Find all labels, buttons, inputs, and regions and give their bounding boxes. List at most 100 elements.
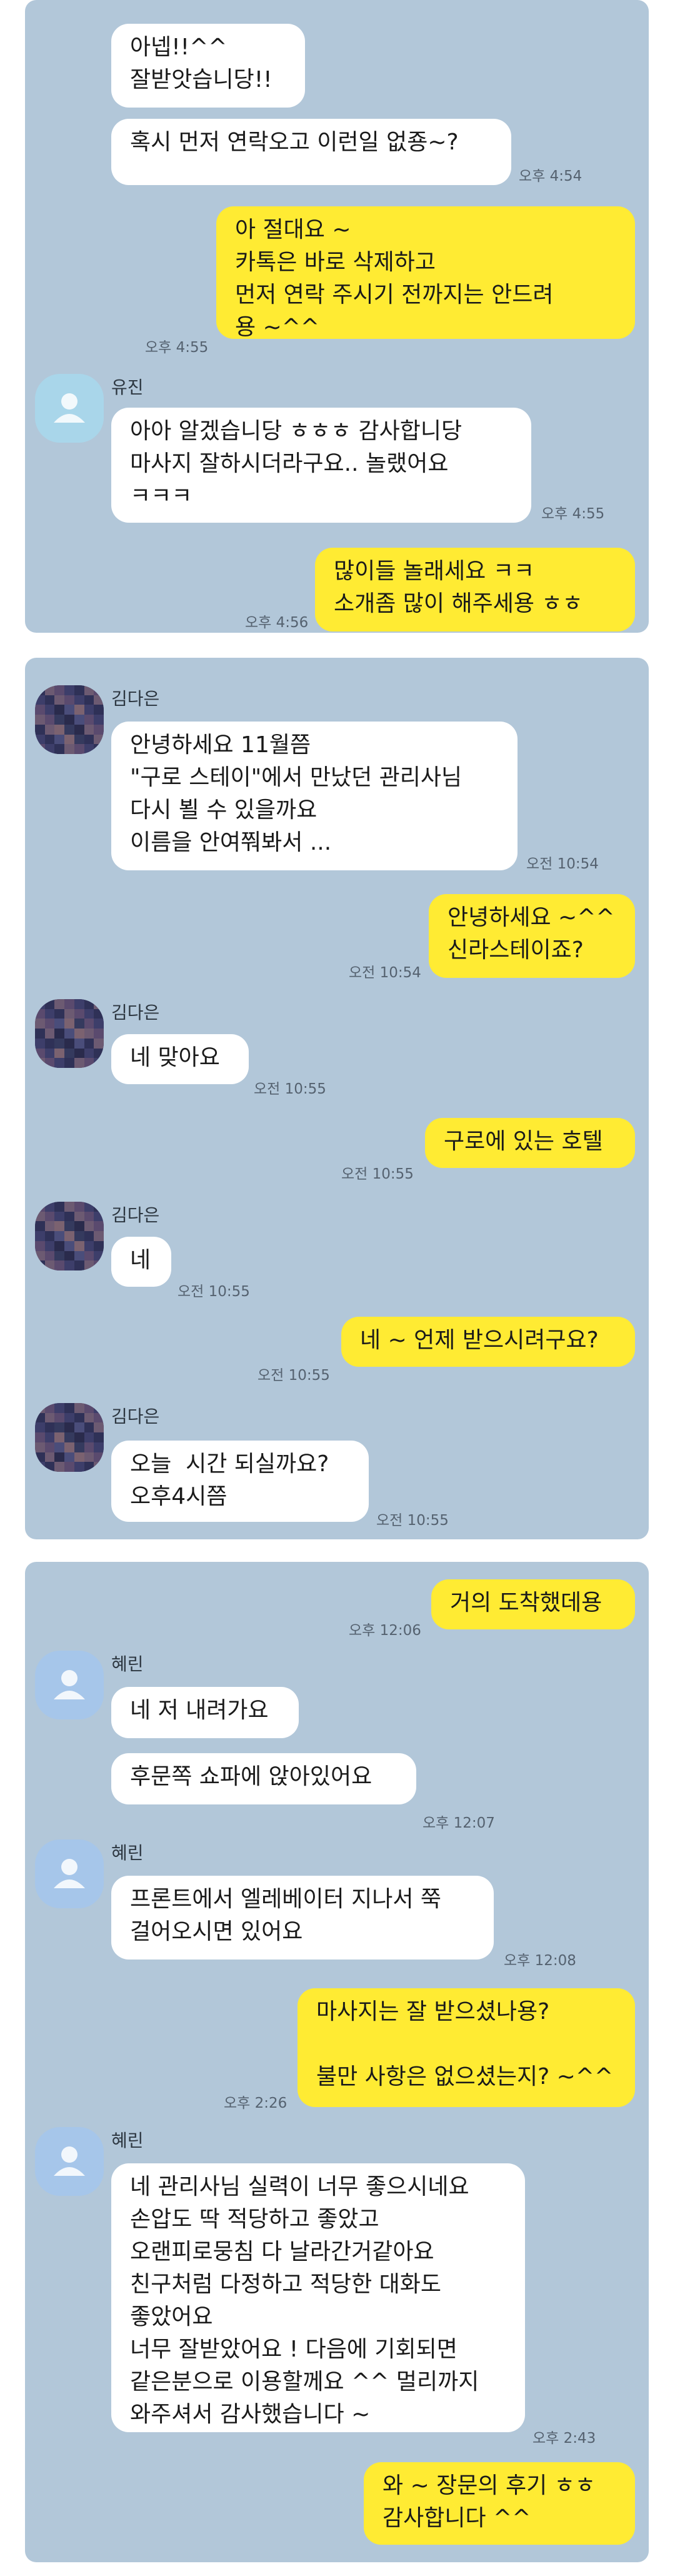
avatar-mosaic-tile <box>64 1019 75 1029</box>
avatar-mosaic-tile <box>64 695 75 705</box>
message-time: 오후 2:26 <box>224 2095 288 2111</box>
message-bubble[interactable]: 혹시 먼저 연락오고 이런일 없죵~? <box>111 119 511 185</box>
avatar-mosaic-tile <box>94 1211 104 1222</box>
avatar-mosaic-tile <box>54 744 65 754</box>
message-bubble[interactable]: 네 관리사님 실력이 너무 좋으시네요 손압도 딱 적당하고 좋았고 오랜피로뭉… <box>111 2163 525 2432</box>
avatar-mosaic-tile <box>94 1442 104 1452</box>
avatar-mosaic-tile <box>35 1029 45 1039</box>
avatar-mosaic-tile <box>84 1048 94 1059</box>
avatar-mosaic-tile <box>35 744 45 754</box>
message-time: 오전 10:54 <box>349 965 421 981</box>
avatar[interactable] <box>35 1403 104 1472</box>
chat-screenshot-1: 아넵!!^^ 잘받앗습니당!! 혹시 먼저 연락오고 이런일 없죵~? 오후 4… <box>25 0 649 633</box>
avatar-mosaic-tile <box>35 1260 45 1270</box>
avatar-mosaic-tile <box>74 744 84 754</box>
message-bubble[interactable]: 네 저 내려가요 <box>111 1687 299 1738</box>
avatar[interactable] <box>35 999 104 1068</box>
message-time: 오전 10:54 <box>526 856 599 872</box>
message-bubble[interactable]: 많이들 놀래세요 ㅋㅋ 소개좀 많이 해주세용 ㅎㅎ <box>315 548 635 631</box>
avatar-mosaic-tile <box>84 1403 94 1413</box>
message-bubble[interactable]: 아넵!!^^ 잘받앗습니당!! <box>111 24 305 108</box>
avatar[interactable] <box>35 374 104 443</box>
avatar-mosaic-tile <box>64 1462 75 1472</box>
avatar-mosaic-tile <box>54 1211 65 1222</box>
avatar[interactable] <box>35 685 104 754</box>
avatar-mosaic-tile <box>84 1211 94 1222</box>
avatar-mosaic-tile <box>94 715 104 725</box>
message-bubble[interactable]: 후문쪽 쇼파에 앉아있어요 <box>111 1753 416 1804</box>
avatar-mosaic-tile <box>44 1221 55 1232</box>
sender-name: 김다은 <box>111 688 160 709</box>
avatar-mosaic-tile <box>44 715 55 725</box>
avatar[interactable] <box>35 1651 104 1719</box>
avatar-mosaic-tile <box>94 1221 104 1232</box>
message-bubble[interactable]: 와 ~ 장문의 후기 ㅎㅎ 감사합니다 ^^ <box>364 2462 635 2545</box>
avatar-mosaic-tile <box>84 1038 94 1049</box>
message-time: 오후 12:06 <box>349 1623 421 1639</box>
avatar-mosaic-tile <box>84 1260 94 1270</box>
avatar-mosaic-tile <box>54 1231 65 1242</box>
person-silhouette-icon <box>54 1859 85 1888</box>
avatar-mosaic-tile <box>74 1009 84 1019</box>
chat-screenshot-3: 거의 도착했데용 오후 12:06 혜린 네 저 내려가요 후문쪽 쇼파에 앉아… <box>25 1562 649 2562</box>
message-bubble[interactable]: 네 <box>111 1237 171 1287</box>
avatar-mosaic-tile <box>64 1058 75 1068</box>
message-bubble[interactable]: 안녕하세요 ~^^ 신라스테이죠? <box>429 894 635 978</box>
avatar-mosaic-tile <box>35 1462 45 1472</box>
avatar-mosaic-tile <box>44 1048 55 1059</box>
avatar-mosaic-tile <box>84 685 94 695</box>
avatar-mosaic-tile <box>94 1029 104 1039</box>
avatar-mosaic-tile <box>64 1231 75 1242</box>
avatar-mosaic-tile <box>84 1058 94 1068</box>
message-bubble[interactable]: 안녕하세요 11월쯤 "구로 스테이"에서 만났던 관리사님 다시 뵐 수 있을… <box>111 722 518 870</box>
avatar-mosaic-tile <box>94 734 104 745</box>
avatar-mosaic-tile <box>44 1452 55 1462</box>
avatar-mosaic-tile <box>54 1452 65 1462</box>
sender-name: 유진 <box>111 377 144 398</box>
message-bubble[interactable]: 네 ~ 언제 받으시려구요? <box>341 1317 635 1367</box>
message-bubble[interactable]: 프론트에서 엘레베이터 지나서 쭉 걸어오시면 있어요 <box>111 1876 494 1960</box>
avatar-mosaic-tile <box>84 1422 94 1433</box>
avatar-mosaic-tile <box>94 695 104 705</box>
avatar[interactable] <box>35 1202 104 1270</box>
message-bubble[interactable]: 오늘 시간 되실까요? 오후4시쯤 <box>111 1441 369 1522</box>
avatar-mosaic-tile <box>74 1250 84 1261</box>
avatar-mosaic-tile <box>74 685 84 695</box>
avatar-mosaic-tile <box>74 1422 84 1433</box>
avatar[interactable] <box>35 2127 104 2196</box>
avatar-mosaic-tile <box>64 1260 75 1270</box>
message-bubble[interactable]: 거의 도착했데용 <box>431 1579 635 1629</box>
message-bubble[interactable]: 아 절대요 ~ 카톡은 바로 삭제하고 먼저 연락 주시기 전까지는 안드려 용… <box>216 206 635 340</box>
avatar-mosaic-tile <box>64 999 75 1009</box>
avatar-mosaic-tile <box>64 1240 75 1251</box>
avatar-mosaic-tile <box>35 999 45 1009</box>
avatar-mosaic-tile <box>64 724 75 735</box>
avatar-mosaic-tile <box>94 1412 104 1423</box>
avatar-mosaic-tile <box>54 1260 65 1270</box>
avatar-mosaic-tile <box>54 1202 65 1212</box>
avatar-mosaic-tile <box>64 1250 75 1261</box>
message-bubble[interactable]: 네 맞아요 <box>111 1034 249 1084</box>
avatar-mosaic-tile <box>54 1432 65 1443</box>
avatar-mosaic-tile <box>74 705 84 715</box>
message-time: 오전 10:55 <box>258 1367 330 1384</box>
message-bubble[interactable]: 아아 알겠습니당 ㅎㅎㅎ 감사합니당 마사지 잘하시더라구요.. 놀랬어요 ㅋㅋ… <box>111 408 531 523</box>
avatar-mosaic-tile <box>94 999 104 1009</box>
avatar-mosaic-tile <box>44 1038 55 1049</box>
avatar-mosaic-tile <box>54 1038 65 1049</box>
message-bubble[interactable]: 구로에 있는 호텔 <box>425 1118 635 1168</box>
avatar-mosaic-tile <box>64 705 75 715</box>
avatar-mosaic-tile <box>54 685 65 695</box>
sender-name: 김다은 <box>111 1002 160 1023</box>
avatar-mosaic-tile <box>64 1412 75 1423</box>
avatar-mosaic-tile <box>35 1211 45 1222</box>
message-bubble[interactable]: 마사지는 잘 받으셨나용? 불만 사항은 없으셨는지? ~^^ <box>298 1988 635 2107</box>
avatar-mosaic-tile <box>84 999 94 1009</box>
avatar-mosaic-tile <box>64 744 75 754</box>
avatar[interactable] <box>35 1839 104 1908</box>
avatar-mosaic-tile <box>35 734 45 745</box>
avatar-mosaic-tile <box>74 999 84 1009</box>
avatar-mosaic-tile <box>64 1029 75 1039</box>
message-time: 오후 2:43 <box>532 2430 596 2447</box>
avatar-mosaic-tile <box>84 1202 94 1212</box>
